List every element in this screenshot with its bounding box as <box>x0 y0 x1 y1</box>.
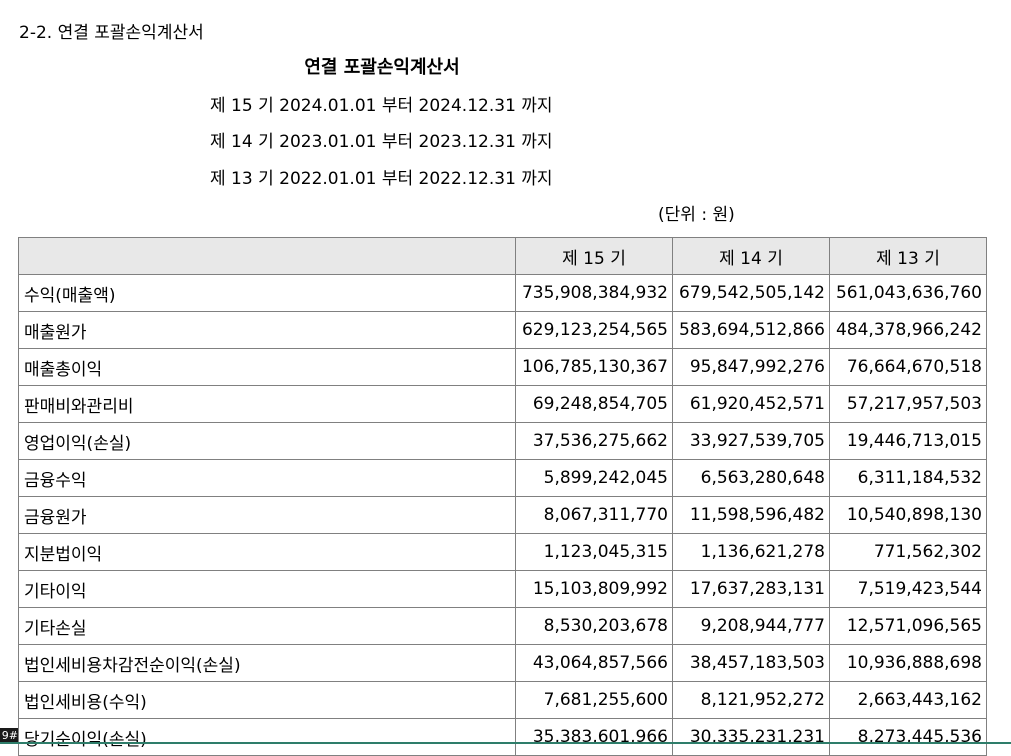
row-label: 법인세비용차감전순이익(손실) <box>18 644 516 682</box>
table-row: 기타손실 8,530,203,678 9,208,944,777 12,571,096… <box>18 607 987 645</box>
row-value: 37,536,275,662 <box>515 422 673 460</box>
row-value: 43,064,857,566 <box>515 644 673 682</box>
row-value: 30,335,231,231 <box>672 718 830 756</box>
row-value: 583,694,512,866 <box>672 311 830 349</box>
row-label: 법인세비용(수익) <box>18 681 516 719</box>
table-row: 법인세비용(수익) 7,681,255,600 8,121,952,272 2,663… <box>18 681 987 719</box>
row-value: 76,664,670,518 <box>829 348 987 386</box>
row-value: 7,681,255,600 <box>515 681 673 719</box>
row-value: 57,217,957,503 <box>829 385 987 423</box>
header-item <box>18 237 516 275</box>
header-period-15: 제 15 기 <box>515 237 673 275</box>
table-row: 수익(매출액) 735,908,384,932 679,542,505,142 561… <box>18 274 987 312</box>
table-row: 당기순이익(손실) 35,383,601,966 30,335,231,231 8,2… <box>18 718 987 756</box>
row-value: 561,043,636,760 <box>829 274 987 312</box>
table-row: 영업이익(손실) 37,536,275,662 33,927,539,705 19,4… <box>18 422 987 460</box>
row-label: 수익(매출액) <box>18 274 516 312</box>
table-row: 기타이익 15,103,809,992 17,637,283,131 7,519,42… <box>18 570 987 608</box>
row-label: 기타이익 <box>18 570 516 608</box>
header-period-13: 제 13 기 <box>829 237 987 275</box>
unit-label: (단위 : 원) <box>658 205 735 225</box>
document-title: 연결 포괄손익계산서 <box>304 57 460 78</box>
row-value: 95,847,992,276 <box>672 348 830 386</box>
row-value: 6,563,280,648 <box>672 459 830 497</box>
table-row: 금융원가 8,067,311,770 11,598,596,482 10,540,89… <box>18 496 987 534</box>
row-value: 484,378,966,242 <box>829 311 987 349</box>
row-label: 당기순이익(손실) <box>18 718 516 756</box>
row-value: 1,123,045,315 <box>515 533 673 571</box>
row-value: 12,571,096,565 <box>829 607 987 645</box>
row-label: 지분법이익 <box>18 533 516 571</box>
row-value: 8,530,203,678 <box>515 607 673 645</box>
row-value: 679,542,505,142 <box>672 274 830 312</box>
period-line-15: 제 15 기 2024.01.01 부터 2024.12.31 까지 <box>210 96 553 116</box>
row-label: 기타손실 <box>18 607 516 645</box>
row-value: 10,540,898,130 <box>829 496 987 534</box>
row-value: 38,457,183,503 <box>672 644 830 682</box>
row-label: 판매비와관리비 <box>18 385 516 423</box>
row-value: 8,067,311,770 <box>515 496 673 534</box>
table-row: 법인세비용차감전순이익(손실) 43,064,857,566 38,457,183,… <box>18 644 987 682</box>
row-value: 33,927,539,705 <box>672 422 830 460</box>
row-value: 735,908,384,932 <box>515 274 673 312</box>
period-line-13: 제 13 기 2022.01.01 부터 2022.12.31 까지 <box>210 169 553 189</box>
row-label: 매출총이익 <box>18 348 516 386</box>
table-header-row: 제 15 기 제 14 기 제 13 기 <box>18 237 987 275</box>
row-value: 7,519,423,544 <box>829 570 987 608</box>
row-value: 17,637,283,131 <box>672 570 830 608</box>
table-row: 매출원가 629,123,254,565 583,694,512,866 484,37… <box>18 311 987 349</box>
income-statement-table: 제 15 기 제 14 기 제 13 기 수익(매출액) 735,908,384,… <box>18 237 987 756</box>
row-label: 영업이익(손실) <box>18 422 516 460</box>
row-value: 771,562,302 <box>829 533 987 571</box>
row-value: 19,446,713,015 <box>829 422 987 460</box>
row-value: 5,899,242,045 <box>515 459 673 497</box>
row-value: 11,598,596,482 <box>672 496 830 534</box>
row-label: 금융수익 <box>18 459 516 497</box>
row-value: 15,103,809,992 <box>515 570 673 608</box>
row-value: 8,273,445,536 <box>829 718 987 756</box>
row-value: 69,248,854,705 <box>515 385 673 423</box>
row-value: 629,123,254,565 <box>515 311 673 349</box>
period-line-14: 제 14 기 2023.01.01 부터 2023.12.31 까지 <box>210 132 553 152</box>
row-label: 매출원가 <box>18 311 516 349</box>
table-row: 금융수익 5,899,242,045 6,563,280,648 6,311,184,… <box>18 459 987 497</box>
row-label: 금융원가 <box>18 496 516 534</box>
row-value: 1,136,621,278 <box>672 533 830 571</box>
row-value: 6,311,184,532 <box>829 459 987 497</box>
row-value: 9,208,944,777 <box>672 607 830 645</box>
table-body: 수익(매출액) 735,908,384,932 679,542,505,142 561… <box>18 274 987 756</box>
row-value: 35,383,601,966 <box>515 718 673 756</box>
row-value: 61,920,452,571 <box>672 385 830 423</box>
header-period-14: 제 14 기 <box>672 237 830 275</box>
row-value: 106,785,130,367 <box>515 348 673 386</box>
table-row: 지분법이익 1,123,045,315 1,136,621,278 771,562,3… <box>18 533 987 571</box>
row-value: 8,121,952,272 <box>672 681 830 719</box>
section-title: 2-2. 연결 포괄손익계산서 <box>19 23 204 43</box>
row-value: 2,663,443,162 <box>829 681 987 719</box>
table-row: 매출총이익 106,785,130,367 95,847,992,276 76,664… <box>18 348 987 386</box>
row-value: 10,936,888,698 <box>829 644 987 682</box>
table-row: 판매비와관리비 69,248,854,705 61,920,452,571 57,21… <box>18 385 987 423</box>
